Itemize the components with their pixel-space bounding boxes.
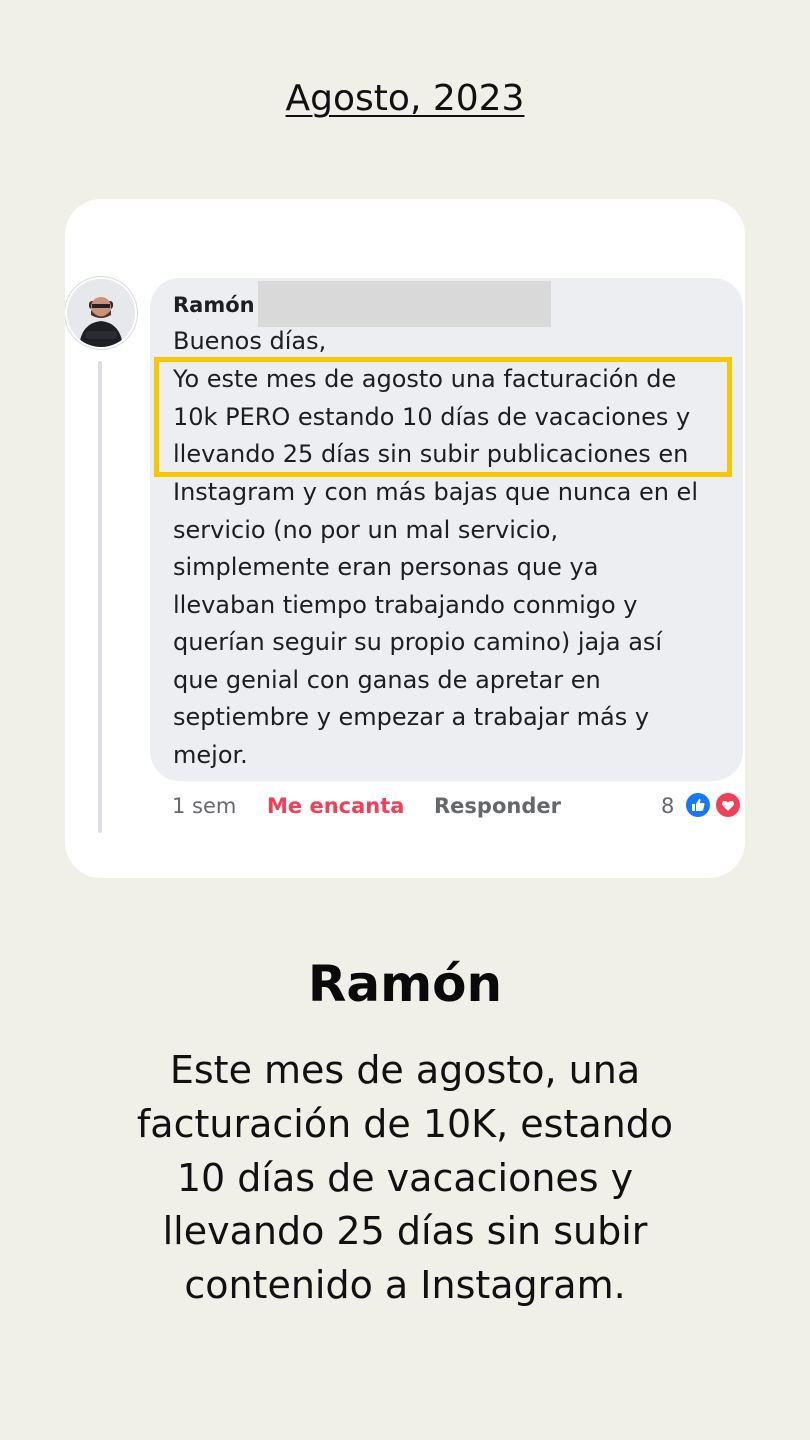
comment-line: servicio (no por un mal servicio, [173,516,559,544]
reply-button[interactable]: Responder [434,794,561,818]
love-icon [714,791,742,819]
love-reaction-button[interactable]: Me encanta [267,794,404,818]
comment-line: mejor. [173,741,248,769]
testimonial-name: Ramón [307,955,503,1013]
reaction-count[interactable]: 8 [661,794,674,818]
comment-line: simplemente eran personas que ya [173,553,599,581]
comment-line: que genial con ganas de apretar en [173,666,601,694]
thread-line [98,361,102,833]
comment-line: septiembre y empezar a trabajar más y [173,703,650,731]
user-photo [67,279,135,347]
testimonial-summary-line: contenido a Instagram. [184,1263,626,1307]
testimonial-summary-line: facturación de 10K, estando [136,1102,674,1146]
comment-author[interactable]: Ramón [173,293,255,317]
testimonial-summary-line: 10 días de vacaciones y [176,1156,634,1200]
avatar[interactable] [67,279,135,347]
like-icon [684,791,712,819]
highlight-box [154,357,732,477]
comment-line: Buenos días, [173,327,327,355]
date-heading: Agosto, 2023 [285,78,525,119]
testimonial-summary-line: llevando 25 días sin subir [162,1209,648,1253]
comment-line: querían seguir su propio camino) jaja as… [173,628,663,656]
comment-line: llevaban tiempo trabajando conmigo y [173,591,638,619]
comment-line: Instagram y con más bajas que nunca en e… [173,478,698,506]
testimonial-summary-line: Este mes de agosto, una [169,1048,641,1092]
comment-timestamp[interactable]: 1 sem [172,794,236,818]
comment-card: Ramón Buenos días, Yo este mes de agosto… [65,199,745,878]
redacted-surname [258,281,551,327]
